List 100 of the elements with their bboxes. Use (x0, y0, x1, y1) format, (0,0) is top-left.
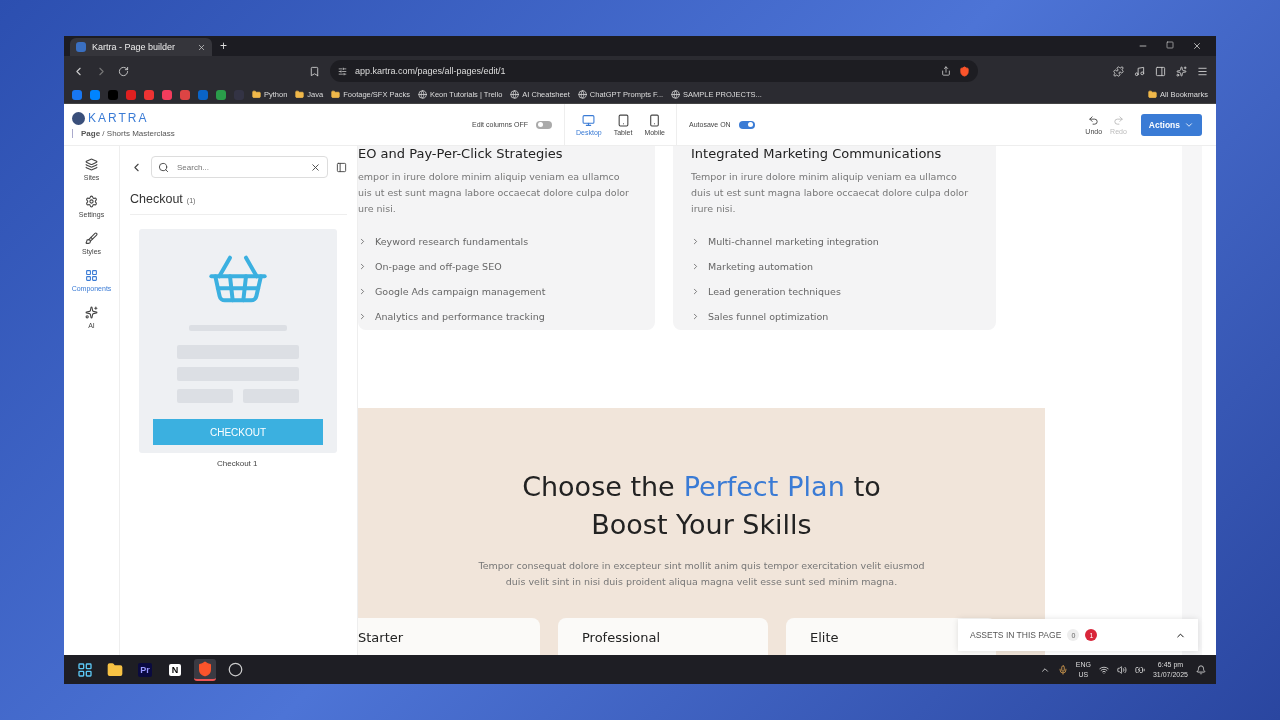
folder-icon (107, 661, 123, 678)
close-icon[interactable] (197, 42, 206, 52)
search-input[interactable]: Search... (175, 161, 304, 173)
taskbar-app[interactable]: N (164, 658, 186, 681)
list-item: On-page and off-page SEO (375, 261, 502, 272)
site-icon[interactable] (180, 89, 190, 100)
component-caption: Checkout 1 (217, 459, 259, 468)
close-icon[interactable] (1192, 41, 1202, 51)
components-icon (85, 269, 98, 282)
windows-start-icon (77, 661, 93, 678)
actions-button[interactable]: Actions (1140, 113, 1202, 136)
globe-icon (417, 90, 427, 99)
site-icon[interactable] (144, 89, 154, 100)
panel-toggle-icon[interactable] (336, 161, 347, 173)
chevron-icon (358, 237, 367, 246)
description-line: duis ut est sunt magna labore occaecat dolore culpa dolor (691, 186, 970, 200)
list-item: Multi-channel marketing integration (708, 236, 879, 247)
volume-icon[interactable] (1116, 664, 1127, 675)
list-item: Keyword research fundamentals (375, 236, 529, 247)
heading-text: to (853, 470, 881, 504)
tab-title: Kartra - Page builder (92, 42, 177, 52)
settings-icon (85, 195, 98, 208)
new-tab-button[interactable]: + (220, 39, 227, 53)
mobile-icon (648, 113, 662, 127)
restore-icon[interactable] (1166, 41, 1174, 49)
search-box[interactable]: Search... (151, 156, 328, 178)
folder-icon (295, 90, 305, 99)
notion-app-label: N (168, 663, 182, 676)
folder-icon (252, 90, 261, 99)
bookmark-icon[interactable] (309, 65, 320, 77)
folder-icon (331, 90, 341, 99)
chevron-icon (358, 312, 367, 321)
notification-bell-icon[interactable] (1196, 664, 1206, 675)
description-line: empor in irure dolore minim aliquip veniam ea ullamco (358, 170, 621, 184)
styles-icon (85, 232, 98, 245)
music-icon[interactable] (1134, 65, 1145, 77)
battery-icon[interactable] (1134, 664, 1145, 675)
globe-icon (671, 90, 681, 99)
tablet-icon (616, 113, 630, 127)
sites-icon (85, 158, 98, 171)
edit-columns-toggle[interactable] (536, 120, 552, 129)
description-line: uis ut est sunt magna labore occaecat dolore culpa dolor (358, 186, 631, 200)
list-item: Marketing automation (708, 261, 814, 272)
site-icon[interactable] (72, 89, 82, 100)
site-icon[interactable] (126, 89, 136, 100)
list-item: Sales funnel optimization (708, 311, 829, 322)
section-subtitle: Tempor consequat dolore in excepteur sint mollit anim quis tempor exercitation velit eiusmod duis velit sint in nisi duis proident aliqua magna velit esse sunt sed minim magna. (477, 559, 926, 589)
circle-icon (227, 662, 243, 677)
kartra-logo[interactable]: KARTRA (72, 111, 472, 125)
service-title: EO and Pay-Per-Click Strategies (358, 146, 564, 161)
clear-icon[interactable] (310, 161, 321, 173)
chevron-icon (691, 262, 700, 271)
chevron-icon (691, 287, 700, 296)
chevron-icon (358, 262, 367, 271)
heading-text: Plan (787, 470, 845, 504)
microphone-icon[interactable] (1057, 664, 1068, 675)
description-line: irure nisi. (691, 202, 737, 216)
site-icon[interactable] (90, 89, 100, 100)
panel-title: Checkout (130, 192, 183, 206)
puzzle-icon[interactable] (1113, 65, 1124, 77)
heading-text: Boost Your Skills (591, 508, 812, 542)
list-item: Google Ads campaign management (375, 286, 546, 297)
ai-icon (85, 306, 98, 319)
wifi-icon[interactable] (1098, 664, 1109, 675)
chevron-icon (691, 237, 700, 246)
site-settings-icon[interactable] (338, 66, 347, 76)
menu-icon[interactable] (1197, 65, 1208, 77)
breadcrumb: Page / Shorts Masterclass (72, 129, 472, 138)
site-icon[interactable] (162, 89, 172, 100)
plan-title: Starter (358, 630, 404, 645)
taskbar-app[interactable] (194, 658, 216, 681)
folder-icon (1148, 90, 1158, 99)
reload-icon[interactable] (118, 65, 129, 77)
service-title: Integrated Marketing Communications (691, 146, 943, 161)
scrollbar-track[interactable] (1182, 146, 1202, 655)
search-icon (158, 161, 169, 173)
assets-label: ASSETS IN THIS PAGE (970, 630, 1062, 640)
site-icon (76, 42, 86, 52)
globe-icon (510, 90, 520, 99)
desktop-icon (582, 113, 596, 127)
plan-title: Professional (582, 630, 661, 645)
heading-text: Perfect (683, 470, 779, 504)
autosave-toggle[interactable] (738, 120, 755, 129)
list-item: Lead generation techniques (708, 286, 841, 297)
share-icon[interactable] (941, 66, 951, 76)
chevron-icon (691, 312, 700, 321)
site-icon[interactable] (198, 89, 208, 100)
redo-icon (1112, 114, 1124, 126)
list-item: Analytics and performance tracking (375, 311, 545, 322)
sidebar-icon[interactable] (1155, 65, 1166, 77)
globe-icon (577, 90, 587, 99)
heading-text: Choose the (522, 470, 675, 504)
site-icon[interactable] (216, 89, 226, 100)
description-line: Tempor in irure dolore minim aliquip veniam ea ullamco (691, 170, 958, 184)
browser-tab[interactable]: Kartra - Page builder (70, 38, 212, 56)
chevron-icon (358, 287, 367, 296)
sparkle-icon[interactable] (1176, 65, 1187, 77)
plan-title: Elite (810, 630, 839, 645)
description-line: ure nisi. (358, 202, 397, 216)
address-bar[interactable]: app.kartra.com/pages/all-pages/edit/1 (330, 60, 978, 82)
